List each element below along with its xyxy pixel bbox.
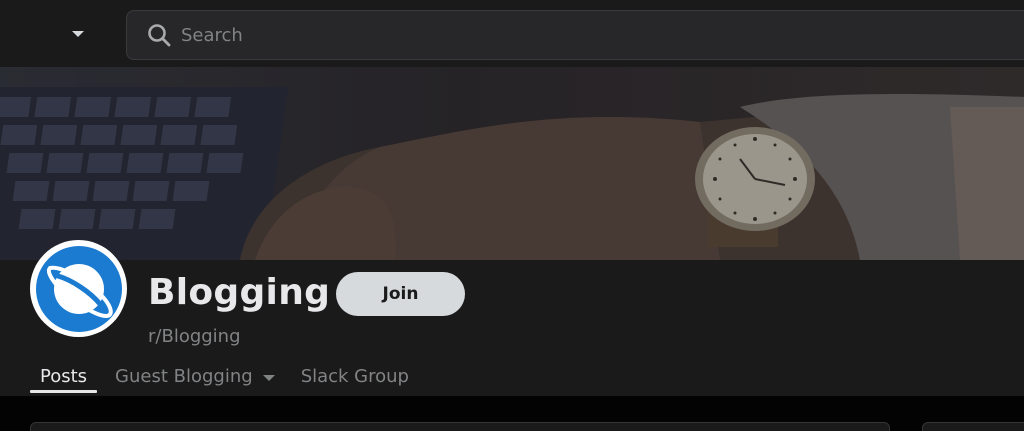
post-card[interactable] (30, 422, 890, 431)
community-header: Blogging Join r/Blogging Posts Guest Blo… (0, 240, 1024, 396)
join-button[interactable]: Join (336, 272, 465, 316)
tab-label: Slack Group (300, 366, 409, 387)
tab-slack-group[interactable]: Slack Group (301, 364, 409, 395)
sidebar-card (922, 422, 1024, 431)
tab-posts[interactable]: Posts (30, 364, 98, 395)
planet-icon (35, 245, 122, 332)
search-input[interactable] (181, 19, 881, 51)
tab-label: Guest Blogging (115, 366, 253, 387)
community-title: Blogging (148, 272, 331, 313)
search-bar[interactable] (126, 10, 1024, 60)
tab-guest-blogging[interactable]: Guest Blogging (115, 364, 275, 395)
tab-label: Posts (40, 366, 88, 387)
chevron-down-icon (262, 366, 275, 387)
community-banner-image (0, 67, 1024, 260)
community-tabs: Posts Guest Blogging Slack Group (30, 364, 435, 396)
community-avatar[interactable] (30, 240, 127, 337)
top-header (0, 0, 1024, 67)
feed-area (0, 396, 1024, 431)
community-dropdown-caret-icon[interactable] (68, 24, 88, 44)
search-icon (148, 24, 171, 47)
community-subreddit-name: r/Blogging (148, 326, 241, 347)
